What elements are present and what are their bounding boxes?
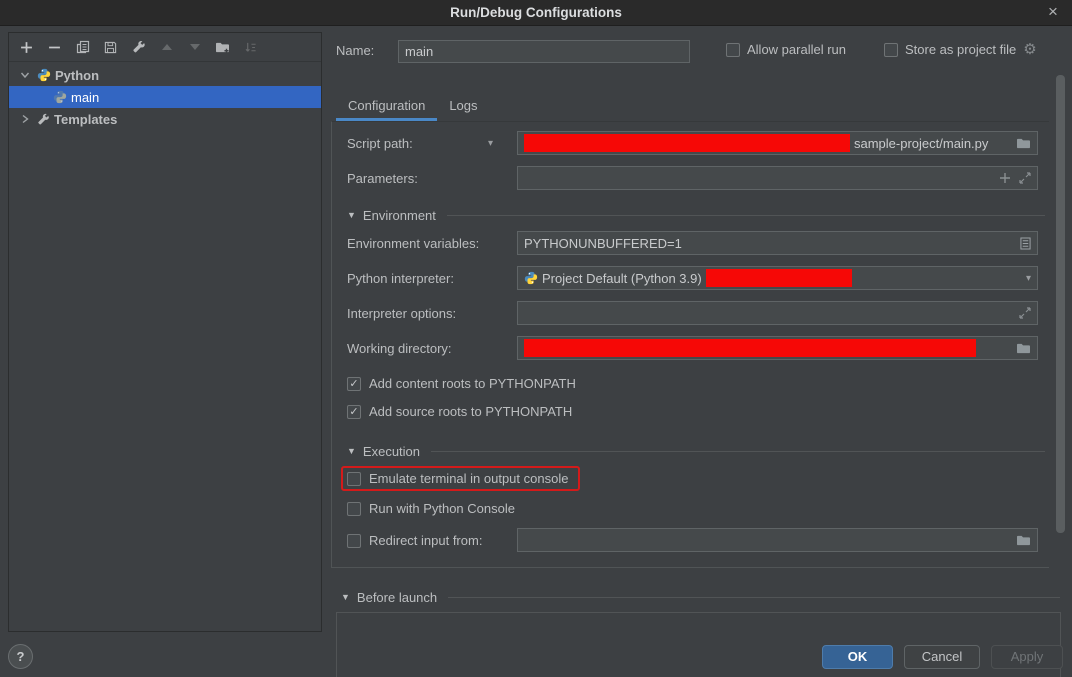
apply-button[interactable]: Apply (991, 645, 1063, 669)
chevron-right-icon[interactable] (17, 114, 33, 124)
emulate-terminal-highlight: Emulate terminal in output console (341, 466, 580, 491)
gear-icon[interactable]: ⚙ (1023, 43, 1036, 57)
checkbox-icon[interactable] (726, 43, 740, 57)
browse-folder-icon[interactable] (1016, 137, 1031, 150)
collapse-triangle-icon[interactable]: ▼ (347, 446, 356, 456)
parameters-field[interactable] (517, 166, 1038, 190)
run-with-python-console-label: Run with Python Console (369, 501, 515, 516)
store-as-project-file-checkbox[interactable]: Store as project file ⚙ (884, 42, 1037, 57)
allow-parallel-run-label: Allow parallel run (747, 42, 846, 57)
script-path-label: Script path: (347, 131, 413, 155)
tree-item-label: main (71, 90, 99, 105)
before-launch-section-label: Before launch (357, 590, 437, 605)
python-icon (37, 68, 51, 82)
checkbox-icon[interactable] (347, 534, 361, 548)
save-configuration-icon[interactable] (103, 40, 118, 55)
tree-item-label: Python (55, 68, 99, 83)
working-directory-field[interactable] (517, 336, 1038, 360)
allow-parallel-run-checkbox[interactable]: Allow parallel run (726, 42, 846, 57)
run-debug-configurations-dialog: Run/Debug Configurations × (0, 0, 1072, 677)
help-button[interactable]: ? (8, 644, 33, 669)
configuration-editor: Name: Allow parallel run Store as projec… (336, 0, 1072, 677)
section-divider (448, 597, 1060, 598)
configurations-panel: Python main Templates (8, 32, 322, 632)
edit-variables-icon[interactable] (1020, 237, 1031, 250)
add-source-roots-label: Add source roots to PYTHONPATH (369, 404, 572, 419)
add-icon[interactable] (19, 40, 34, 55)
wrench-icon (37, 113, 50, 126)
checkbox-icon[interactable] (884, 43, 898, 57)
vertical-scrollbar[interactable] (1056, 75, 1065, 533)
tab-configuration[interactable]: Configuration (336, 94, 437, 121)
expand-icon[interactable] (1019, 172, 1031, 184)
python-interpreter-label: Python interpreter: (347, 266, 454, 290)
expand-icon[interactable] (1019, 307, 1031, 319)
tree-item-templates[interactable]: Templates (9, 108, 321, 130)
emulate-terminal-checkbox[interactable]: Emulate terminal in output console (347, 471, 568, 486)
checkbox-checked-icon[interactable] (347, 377, 361, 391)
new-folder-icon[interactable] (215, 40, 230, 55)
copy-configuration-icon[interactable] (75, 40, 90, 55)
redirect-input-field[interactable] (517, 528, 1038, 552)
add-content-roots-checkbox[interactable]: Add content roots to PYTHONPATH (347, 376, 576, 391)
name-input[interactable] (398, 40, 690, 63)
before-launch-section-header[interactable]: ▼ Before launch (341, 588, 1060, 606)
section-divider (447, 215, 1045, 216)
environment-variables-value: PYTHONUNBUFFERED=1 (524, 236, 682, 251)
ok-button[interactable]: OK (822, 645, 893, 669)
tab-bar: Configuration Logs (336, 94, 490, 121)
tab-logs[interactable]: Logs (437, 94, 489, 121)
collapse-triangle-icon[interactable]: ▼ (341, 592, 350, 602)
cancel-button[interactable]: Cancel (904, 645, 980, 669)
python-icon (524, 271, 538, 285)
redirect-input-checkbox[interactable]: Redirect input from: (347, 533, 482, 548)
python-icon (53, 90, 67, 104)
checkbox-icon[interactable] (347, 502, 361, 516)
redirect-input-label: Redirect input from: (369, 533, 482, 548)
script-path-caret-icon[interactable]: ▾ (488, 131, 493, 155)
environment-variables-field[interactable]: PYTHONUNBUFFERED=1 (517, 231, 1038, 255)
edit-templates-icon[interactable] (131, 40, 146, 55)
script-path-field[interactable]: sample-project/main.py (517, 131, 1038, 155)
tree-item-python[interactable]: Python (9, 64, 321, 86)
remove-icon[interactable] (47, 40, 62, 55)
run-with-python-console-checkbox[interactable]: Run with Python Console (347, 501, 515, 516)
configurations-toolbar (9, 33, 321, 62)
configurations-tree: Python main Templates (9, 62, 321, 130)
section-divider (431, 451, 1045, 452)
checkbox-checked-icon[interactable] (347, 405, 361, 419)
execution-section-label: Execution (363, 444, 420, 459)
parameters-label: Parameters: (347, 166, 418, 190)
python-interpreter-value: Project Default (Python 3.9) (542, 271, 702, 286)
redaction-box (706, 269, 852, 287)
sort-configurations-icon[interactable] (243, 40, 258, 55)
add-source-roots-checkbox[interactable]: Add source roots to PYTHONPATH (347, 404, 572, 419)
emulate-terminal-label: Emulate terminal in output console (369, 471, 568, 486)
move-up-icon[interactable] (159, 40, 174, 55)
checkbox-icon[interactable] (347, 472, 361, 486)
move-down-icon[interactable] (187, 40, 202, 55)
script-path-value: sample-project/main.py (854, 136, 988, 151)
browse-folder-icon[interactable] (1016, 534, 1031, 547)
interpreter-options-label: Interpreter options: (347, 301, 456, 325)
redaction-box (524, 339, 976, 357)
python-interpreter-select[interactable]: Project Default (Python 3.9) ▾ (517, 266, 1038, 290)
store-as-project-file-label: Store as project file (905, 42, 1016, 57)
dropdown-arrow-icon[interactable]: ▾ (1026, 273, 1031, 284)
tree-item-label: Templates (54, 112, 117, 127)
chevron-down-icon[interactable] (17, 70, 33, 80)
add-macro-icon[interactable] (999, 172, 1011, 184)
interpreter-options-field[interactable] (517, 301, 1038, 325)
redaction-box (524, 134, 850, 152)
name-label: Name: (336, 43, 374, 58)
browse-folder-icon[interactable] (1016, 342, 1031, 355)
tree-item-main[interactable]: main (9, 86, 321, 108)
environment-variables-label: Environment variables: (347, 231, 479, 255)
collapse-triangle-icon[interactable]: ▼ (347, 210, 356, 220)
add-content-roots-label: Add content roots to PYTHONPATH (369, 376, 576, 391)
environment-section-header[interactable]: ▼ Environment (347, 206, 1045, 224)
working-directory-label: Working directory: (347, 336, 452, 360)
execution-section-header[interactable]: ▼ Execution (347, 442, 1045, 460)
environment-section-label: Environment (363, 208, 436, 223)
